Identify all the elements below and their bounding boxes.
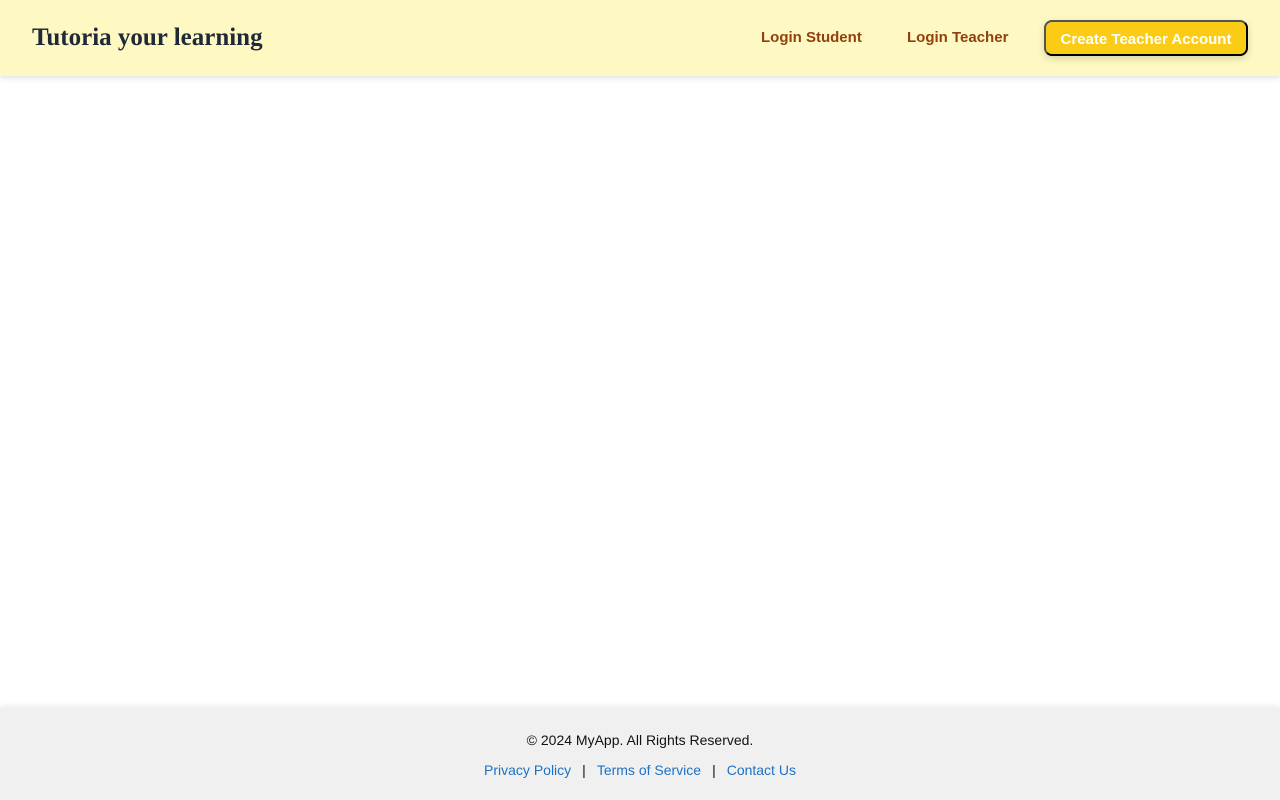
app-root: Tutoria your learning Login Student Logi… xyxy=(0,0,1280,800)
privacy-policy-link[interactable]: Privacy Policy xyxy=(484,762,571,778)
page-footer: © 2024 MyApp. All Rights Reserved. Priva… xyxy=(0,708,1280,800)
contact-us-link[interactable]: Contact Us xyxy=(727,762,796,778)
login-teacher-link[interactable]: Login Teacher xyxy=(907,28,1008,48)
login-student-link[interactable]: Login Student xyxy=(761,28,862,48)
copyright-text: © 2024 MyApp. All Rights Reserved. xyxy=(526,732,754,748)
footer-links: Privacy Policy | Terms of Service | Contact … xyxy=(0,761,1280,779)
create-teacher-account-button[interactable]: Create Teacher Account xyxy=(1044,20,1248,56)
footer-separator: | xyxy=(582,762,586,778)
terms-of-service-link[interactable]: Terms of Service xyxy=(597,762,701,778)
footer-separator: | xyxy=(712,762,716,778)
top-navbar: Tutoria your learning Login Student Logi… xyxy=(0,0,1280,76)
brand-title[interactable]: Tutoria your learning xyxy=(32,23,263,53)
main-content xyxy=(0,76,1280,708)
